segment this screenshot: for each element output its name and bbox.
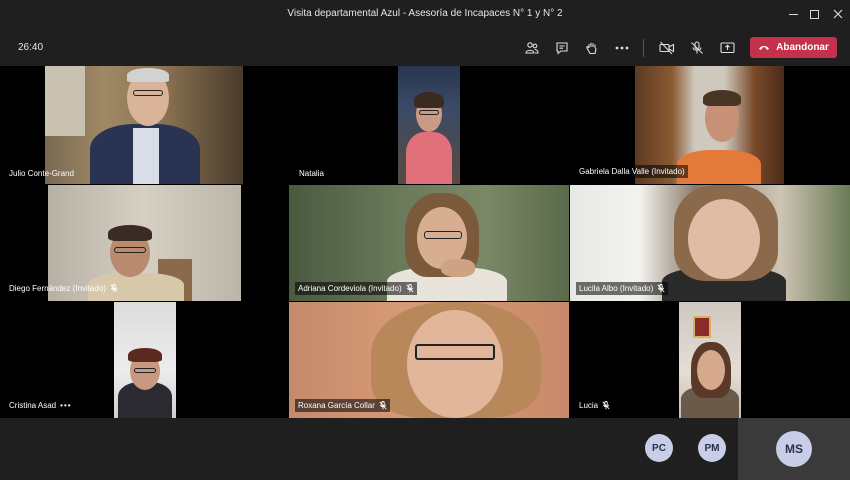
participant-name: Lucila Albo (Invitado)	[576, 282, 669, 295]
participant-tile[interactable]: Lucia	[570, 302, 850, 418]
participant-tile[interactable]: Cristina Asad •••	[0, 302, 283, 418]
maximize-icon[interactable]	[806, 6, 822, 22]
share-screen-icon[interactable]	[717, 38, 737, 58]
participant-tile[interactable]: Adriana Cordeviola (Invitado)	[289, 185, 569, 301]
participant-video	[114, 302, 176, 418]
participant-name: Roxana García Collar	[295, 399, 390, 412]
avatar-pm[interactable]: PM	[698, 434, 726, 462]
mic-muted-icon	[110, 284, 118, 293]
window-title-bar: Visita departamental Azul - Asesoría de …	[0, 0, 850, 28]
camera-off-icon[interactable]	[657, 38, 677, 58]
participant-tile[interactable]: Julio Conte-Grand	[0, 66, 283, 184]
participants-icon[interactable]	[522, 38, 542, 58]
mic-muted-icon	[602, 401, 610, 410]
avatar-pc[interactable]: PC	[645, 434, 673, 462]
participant-video	[679, 302, 741, 418]
video-grid: Julio Conte-Grand Natalia Gabriela Dalla…	[0, 66, 850, 418]
meeting-toolbar: 26:40 Abandonar	[0, 28, 850, 66]
toolbar-divider	[643, 39, 644, 57]
phone-hangup-icon	[759, 46, 770, 50]
participant-name: Natalia	[299, 169, 324, 178]
window-title: Visita departamental Azul - Asesoría de …	[287, 8, 563, 19]
participant-tile[interactable]: Gabriela Dalla Valle (Invitado)	[574, 66, 850, 184]
participant-tile[interactable]: Lucila Albo (Invitado)	[570, 185, 850, 301]
meeting-timer: 26:40	[18, 42, 44, 53]
participant-name: Lucia	[576, 399, 613, 412]
self-view-panel[interactable]: MS	[738, 418, 850, 480]
mic-muted-icon	[657, 284, 665, 293]
raise-hand-icon[interactable]	[582, 38, 602, 58]
participant-name: Adriana Cordeviola (Invitado)	[295, 282, 417, 295]
mic-muted-icon	[406, 284, 414, 293]
leave-button-label: Abandonar	[776, 42, 829, 53]
participant-name: Cristina Asad •••	[9, 401, 72, 410]
participant-video	[398, 66, 460, 184]
close-icon[interactable]	[830, 6, 846, 22]
participant-tile[interactable]: Roxana García Collar	[289, 302, 569, 418]
participant-name: Gabriela Dalla Valle (Invitado)	[576, 165, 688, 178]
minimize-icon[interactable]	[785, 6, 801, 22]
participant-tile[interactable]: Natalia	[290, 66, 573, 184]
participant-name: Diego Fernández (Invitado)	[6, 282, 121, 295]
mic-muted-icon	[379, 401, 387, 410]
mic-off-icon[interactable]	[687, 38, 707, 58]
participant-tile[interactable]: Diego Fernández (Invitado)	[0, 185, 283, 301]
chat-icon[interactable]	[552, 38, 572, 58]
more-options-icon[interactable]	[612, 38, 632, 58]
avatar-ms[interactable]: MS	[776, 431, 812, 467]
participant-overflow-bar: PC PM MS	[0, 418, 850, 480]
participant-more-icon[interactable]: •••	[60, 401, 71, 410]
leave-button[interactable]: Abandonar	[750, 37, 837, 58]
participant-name: Julio Conte-Grand	[9, 169, 74, 178]
